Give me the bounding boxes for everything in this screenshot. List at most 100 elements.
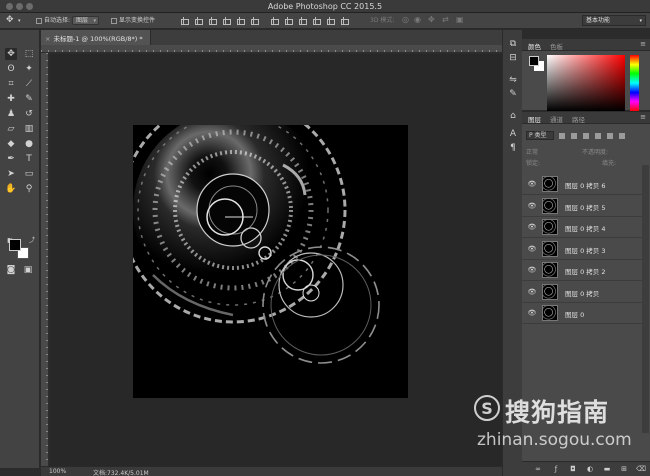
paragraph-panel-icon[interactable]: ¶	[507, 142, 519, 154]
filter-toggle-icon[interactable]	[619, 132, 626, 139]
distribute-vcenter-icon[interactable]	[284, 17, 293, 25]
new-group-icon[interactable]: ▬	[603, 465, 611, 473]
adjustments-panel-icon[interactable]: ⇋	[507, 74, 519, 86]
history-brush-tool[interactable]: ↺	[23, 108, 35, 120]
align-right-icon[interactable]	[250, 17, 259, 25]
adjustment-layer-icon[interactable]: ◐	[586, 465, 594, 473]
filter-adjustment-icon[interactable]	[571, 132, 578, 139]
blur-tool[interactable]: ◆	[5, 138, 17, 150]
workspace-switcher[interactable]: 基本功能 ▾	[582, 15, 646, 26]
visibility-eye-icon[interactable]: 👁	[527, 179, 537, 189]
tab-layers[interactable]: 图层	[528, 114, 541, 124]
layer-name[interactable]: 图层 0 拷贝	[565, 288, 599, 298]
document-info[interactable]: 文档:732.4K/5.01M	[93, 468, 149, 476]
tool-presets-icon[interactable]: ⌂	[507, 110, 519, 122]
screen-mode-icon[interactable]: ▣	[22, 264, 34, 276]
foreground-color-swatch[interactable]	[9, 239, 21, 251]
history-panel-icon[interactable]: ⧉	[507, 38, 519, 50]
auto-select-option[interactable]: 自动选择: 图层 ▾	[36, 16, 99, 26]
3d-rotate-icon[interactable]: ◎	[402, 15, 409, 25]
layer-name[interactable]: 图层 0 拷贝 2	[565, 266, 605, 276]
hand-tool[interactable]: ✋	[5, 183, 17, 195]
align-left-icon[interactable]	[222, 17, 231, 25]
layer-mask-icon[interactable]: ◘	[569, 465, 577, 473]
hue-slider[interactable]	[630, 55, 639, 111]
eyedropper-tool[interactable]: ⟋	[23, 78, 35, 90]
visibility-eye-icon[interactable]: 👁	[527, 308, 537, 318]
layer-name[interactable]: 图层 0 拷贝 4	[565, 223, 605, 233]
gradient-tool[interactable]: ▥	[23, 123, 35, 135]
panel-menu-icon[interactable]: ≡	[640, 113, 646, 121]
magic-wand-tool[interactable]: ✦	[23, 63, 35, 75]
show-transform-checkbox[interactable]	[111, 17, 117, 24]
3d-slide-icon[interactable]: ⇄	[442, 15, 449, 25]
visibility-eye-icon[interactable]: 👁	[527, 201, 537, 211]
panel-foreground-swatch[interactable]	[529, 56, 539, 66]
panel-menu-icon[interactable]: ≡	[640, 40, 646, 48]
tab-swatches[interactable]: 色板	[550, 41, 563, 51]
type-tool[interactable]: T	[23, 153, 35, 165]
layer-name[interactable]: 图层 0 拷贝 6	[565, 180, 605, 190]
layer-name[interactable]: 图层 0 拷贝 3	[565, 245, 605, 255]
crop-tool[interactable]: ⌗	[5, 78, 17, 90]
color-picker-field[interactable]	[547, 55, 625, 111]
clone-stamp-tool[interactable]: ♟	[5, 108, 17, 120]
layer-row[interactable]: 👁 图层 0 拷贝 5	[522, 195, 642, 217]
distribute-top-icon[interactable]	[270, 17, 279, 25]
align-vertical-center-icon[interactable]	[194, 17, 203, 25]
zoom-tool[interactable]: ⚲	[23, 183, 35, 195]
layer-name[interactable]: 图层 0	[565, 309, 584, 319]
visibility-eye-icon[interactable]: 👁	[527, 287, 537, 297]
visibility-eye-icon[interactable]: 👁	[527, 265, 537, 275]
align-horizontal-center-icon[interactable]	[236, 17, 245, 25]
move-tool[interactable]: ✥	[5, 48, 17, 60]
brush-presets-icon[interactable]: ✎	[507, 88, 519, 100]
3d-roll-icon[interactable]: ◉	[414, 15, 421, 25]
marquee-tool[interactable]: ⬚	[23, 48, 35, 60]
dodge-tool[interactable]: ●	[23, 138, 35, 150]
align-bottom-icon[interactable]	[208, 17, 217, 25]
healing-brush-tool[interactable]: ✚	[5, 93, 17, 105]
distribute-hcenter-icon[interactable]	[326, 17, 335, 25]
zoom-level[interactable]: 100%	[49, 468, 66, 475]
distribute-right-icon[interactable]	[340, 17, 349, 25]
auto-select-dropdown[interactable]: 图层 ▾	[71, 16, 99, 25]
move-tool-preset-icon[interactable]: ✥	[6, 15, 14, 25]
layer-row[interactable]: 👁 图层 0 拷贝 2	[522, 260, 642, 281]
layer-row[interactable]: 👁 图层 0 拷贝 4	[522, 217, 642, 238]
character-panel-icon[interactable]: A	[507, 128, 519, 140]
new-layer-icon[interactable]: ⊞	[620, 465, 628, 473]
tab-paths[interactable]: 路径	[572, 114, 585, 124]
filter-type-icon[interactable]	[583, 132, 590, 139]
blend-mode-dropdown[interactable]: 正常	[526, 149, 538, 156]
layer-row[interactable]: 👁 图层 0 拷贝 3	[522, 238, 642, 260]
shape-tool[interactable]: ▭	[23, 168, 35, 180]
swap-colors-icon[interactable]: ⤴	[26, 235, 38, 247]
tab-channels[interactable]: 通道	[550, 114, 563, 124]
visibility-eye-icon[interactable]: 👁	[527, 222, 537, 232]
chevron-down-icon[interactable]: ▾	[18, 16, 21, 26]
vertical-ruler[interactable]	[41, 53, 49, 466]
properties-panel-icon[interactable]: ⊟	[507, 52, 519, 64]
close-tab-icon[interactable]: ×	[45, 35, 50, 43]
layer-row[interactable]: 👁 图层 0	[522, 303, 642, 324]
layer-row[interactable]: 👁 图层 0 拷贝 6	[522, 174, 642, 195]
align-top-icon[interactable]	[180, 17, 189, 25]
trash-icon[interactable]: ⌫	[636, 465, 646, 473]
distribute-left-icon[interactable]	[312, 17, 321, 25]
layer-name[interactable]: 图层 0 拷贝 5	[565, 202, 605, 212]
layers-scrollbar[interactable]	[642, 165, 649, 433]
tab-color[interactable]: 颜色	[528, 41, 541, 51]
layer-filter-dropdown[interactable]: P 类型	[526, 131, 554, 140]
filter-smart-object-icon[interactable]	[607, 132, 614, 139]
path-selection-tool[interactable]: ➤	[5, 168, 17, 180]
lasso-tool[interactable]: ʘ	[5, 63, 17, 75]
visibility-eye-icon[interactable]: 👁	[527, 244, 537, 254]
horizontal-ruler[interactable]	[41, 45, 518, 53]
quick-mask-icon[interactable]: ◙	[5, 264, 17, 276]
show-transform-option[interactable]: 显示变换控件	[111, 16, 155, 26]
3d-scale-icon[interactable]: ▣	[456, 15, 464, 25]
3d-pan-icon[interactable]: ✥	[428, 15, 435, 25]
filter-pixel-icon[interactable]	[559, 132, 566, 139]
auto-select-checkbox[interactable]	[36, 17, 42, 24]
